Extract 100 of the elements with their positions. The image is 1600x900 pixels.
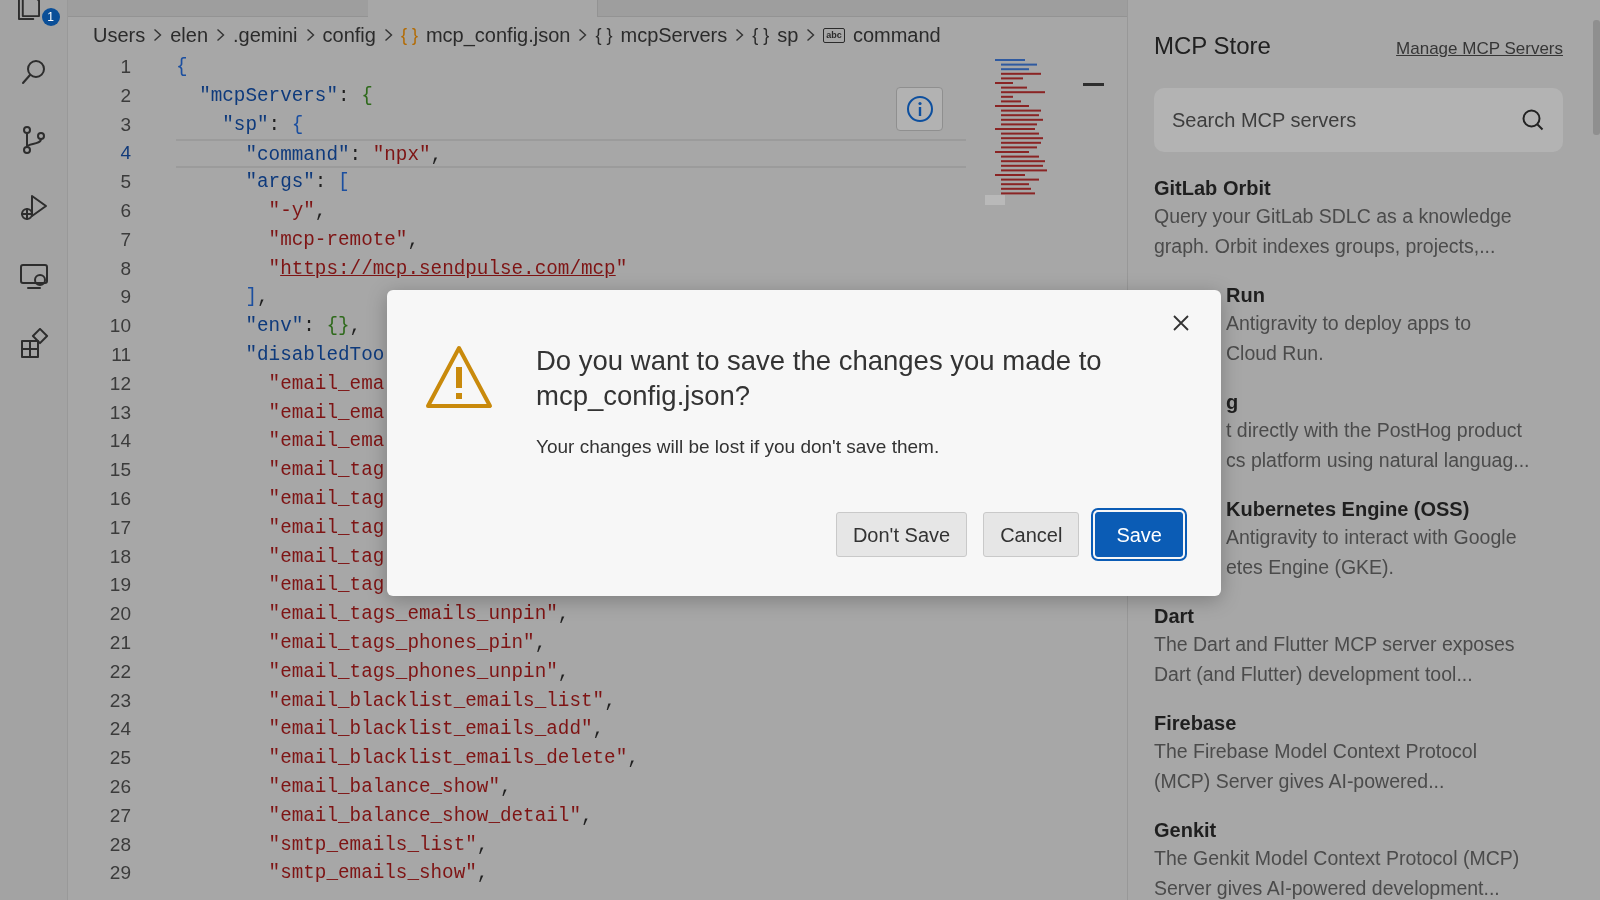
code-line: "email_tag: [267, 486, 385, 512]
code-line: "args": [: [244, 170, 350, 196]
server-description: Dart (and Flutter) development tool...: [1154, 661, 1473, 687]
breadcrumb-item[interactable]: .gemini: [233, 20, 298, 50]
info-icon: [905, 95, 934, 123]
line-number: 20: [108, 602, 131, 627]
code-line: "mcp-remote",: [267, 227, 419, 253]
warning-icon: [424, 344, 494, 410]
breadcrumb-item[interactable]: config: [322, 20, 376, 50]
line-number: 11: [110, 342, 131, 367]
server-name[interactable]: Run: [1226, 281, 1265, 309]
line-number: 13: [108, 400, 131, 425]
line-number: 25: [108, 746, 131, 771]
code-line: "mcpServers": {: [198, 83, 373, 109]
server-name[interactable]: Genkit: [1154, 816, 1217, 844]
chevron-icon: [578, 28, 588, 42]
string-icon: abc: [823, 27, 845, 43]
line-number: 15: [108, 458, 131, 483]
code-line: "email_blacklist_emails_list",: [267, 688, 616, 714]
server-name[interactable]: GitLab Orbit: [1154, 174, 1271, 202]
code-line: "email_tags_phones_unpin",: [267, 659, 570, 685]
code-line: "https://mcp.sendpulse.com/mcp": [267, 256, 628, 282]
dialog-message: Your changes will be lost if you don't save them.: [536, 435, 941, 459]
dont-save-button[interactable]: Don't Save: [835, 512, 968, 557]
breadcrumb-item[interactable]: command: [852, 20, 941, 50]
braces-icon: { }: [595, 21, 613, 49]
chevron-icon: [383, 28, 393, 42]
line-number: 1: [119, 55, 131, 79]
server-description: Antigravity to deploy apps to: [1226, 311, 1471, 336]
code-line: "email_ema: [267, 371, 385, 397]
line-number: 9: [119, 285, 131, 310]
server-description: Cloud Run.: [1226, 340, 1324, 366]
server-name[interactable]: g: [1226, 388, 1239, 416]
code-line: {: [176, 55, 188, 80]
line-number: 29: [108, 861, 131, 886]
code-line: "smtp_emails_show",: [267, 861, 489, 887]
code-line: "email_tags_emails_unpin",: [267, 602, 570, 628]
manage-servers-link[interactable]: Manage MCP Servers: [1396, 36, 1563, 62]
code-line: "email_tag: [267, 573, 385, 599]
current-code-line: "command": "npx",: [176, 139, 966, 169]
breadcrumb-item[interactable]: elen: [170, 20, 209, 50]
breadcrumb-item[interactable]: mcp_config.json: [425, 20, 571, 50]
line-number: 6: [119, 199, 131, 223]
search-field[interactable]: Search MCP servers: [1154, 88, 1563, 152]
line-number: 28: [108, 832, 131, 857]
server-description: The Genkit Model Context Protocol (MCP): [1154, 846, 1520, 871]
chevron-icon: [153, 28, 163, 42]
count-badge: 1: [41, 8, 60, 26]
line-number: 5: [119, 170, 131, 195]
code-line: "email_ema: [267, 400, 385, 426]
chevron-icon: [735, 28, 745, 42]
breadcrumb-item[interactable]: Users: [93, 20, 146, 50]
line-number: 21: [108, 630, 131, 655]
code-line: "smtp_emails_list",: [267, 832, 489, 858]
code-line: "env": {},: [244, 314, 362, 340]
line-number: 26: [108, 774, 131, 799]
code-line: "email_tags_phones_pin",: [267, 630, 547, 656]
breadcrumb-item[interactable]: sp: [777, 20, 799, 50]
server-name[interactable]: Kubernetes Engine (OSS): [1226, 495, 1470, 523]
cancel-button[interactable]: Cancel: [983, 512, 1080, 557]
line-number: 16: [108, 486, 131, 511]
panel-title: MCP Store: [1154, 31, 1271, 61]
line-number: 8: [119, 256, 131, 281]
files-icon[interactable]: [17, 0, 40, 20]
server-name[interactable]: Dart: [1154, 602, 1194, 630]
search-icon: [1521, 108, 1545, 132]
code-line: "email_tag: [267, 458, 385, 484]
line-number: 3: [119, 112, 131, 137]
line-number: 7: [119, 227, 131, 252]
braces-icon: { }: [752, 21, 770, 49]
server-name[interactable]: Firebase: [1154, 709, 1237, 737]
line-number: 10: [108, 314, 131, 339]
code-line: "email_blacklist_emails_delete",: [267, 746, 639, 772]
chevron-icon: [305, 28, 315, 42]
code-line: "email_ema: [267, 429, 385, 455]
server-description: Server gives AI-powered development...: [1154, 875, 1500, 900]
code-line: "email_balance_show_detail",: [267, 803, 593, 829]
code-line: "sp": {: [221, 112, 304, 138]
line-number: 12: [108, 371, 131, 396]
chevron-icon: [806, 28, 816, 42]
line-number: 24: [108, 717, 131, 742]
server-description: The Dart and Flutter MCP server exposes: [1154, 632, 1515, 657]
code-line: "email_balance_show",: [267, 774, 512, 800]
line-number: 22: [108, 659, 131, 684]
line-number: 4: [119, 141, 131, 166]
code-line: "email_tag: [267, 515, 385, 541]
code-line: "email_blacklist_emails_add",: [267, 717, 605, 743]
line-number: 2: [119, 83, 131, 108]
server-description: cs platform using natural languag...: [1226, 447, 1530, 473]
breadcrumb-item[interactable]: mcpServers: [620, 20, 728, 50]
line-number: 23: [108, 688, 131, 713]
scroll-marker: [1083, 83, 1104, 86]
server-description: Antigravity to interact with Google: [1226, 525, 1517, 550]
line-number: 27: [108, 803, 131, 828]
code-line: ],: [244, 285, 269, 311]
server-description: (MCP) Server gives AI-powered...: [1154, 768, 1445, 794]
server-description: The Firebase Model Context Protocol: [1154, 739, 1477, 764]
server-description: graph. Orbit indexes groups, projects,...: [1154, 233, 1496, 259]
scrollbar-thumb[interactable]: [1593, 20, 1600, 135]
info-button[interactable]: [896, 87, 943, 131]
